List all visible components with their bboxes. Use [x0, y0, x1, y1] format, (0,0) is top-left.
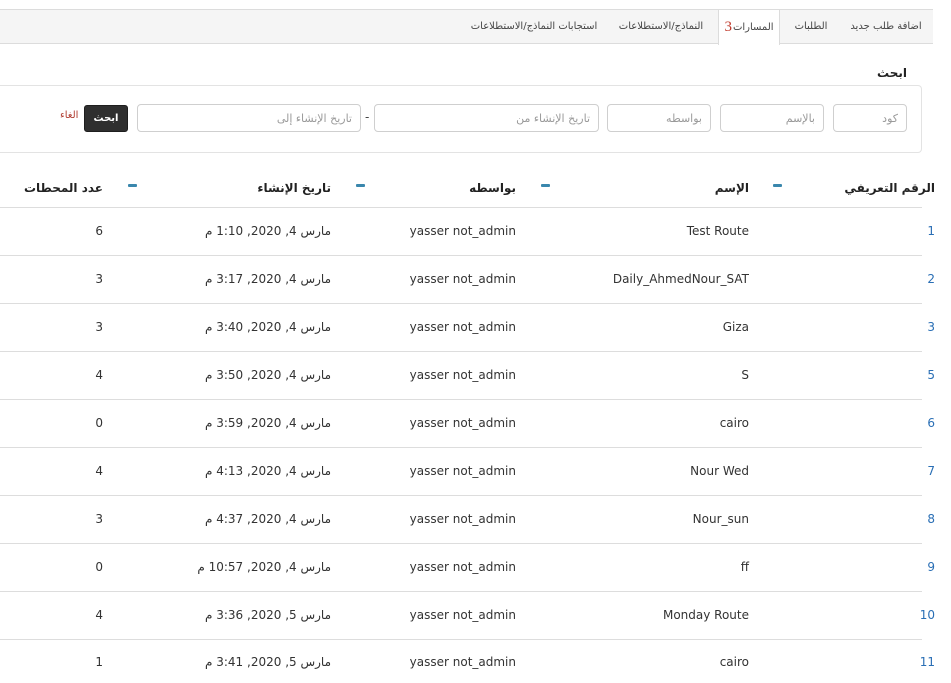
- tab-routes[interactable]: 3المسارات: [718, 9, 780, 45]
- row-stations-count: 3: [95, 320, 103, 334]
- row-name: cairo: [719, 416, 749, 430]
- row-stations-count: 4: [95, 368, 103, 382]
- row-stations-count: 3: [95, 272, 103, 286]
- tab-label: المسارات: [732, 22, 774, 33]
- row-created-date: مارس 5, 2020, 3:36 م: [204, 608, 331, 622]
- date-from-input[interactable]: [374, 104, 599, 132]
- row-created-by: yasser not_admin: [409, 464, 516, 478]
- row-created-by: yasser not_admin: [409, 416, 516, 430]
- column-header-created-date[interactable]: تاريخ الإنشاء: [257, 181, 331, 195]
- created-by-input[interactable]: [607, 104, 711, 132]
- header-divider: [0, 207, 922, 208]
- row-name: S: [741, 368, 749, 382]
- sort-icon[interactable]: [356, 184, 365, 187]
- tab-add-new-request[interactable]: اضافة طلب جديد: [846, 10, 926, 44]
- row-created-by: yasser not_admin: [409, 655, 516, 669]
- sort-icon[interactable]: [128, 184, 137, 187]
- tab-label: النماذج/الاستطلاعات: [618, 21, 704, 32]
- row-created-date: مارس 4, 2020, 4:37 م: [204, 512, 331, 526]
- row-created-by: yasser not_admin: [409, 368, 516, 382]
- row-created-by: yasser not_admin: [409, 272, 516, 286]
- row-name: ff: [740, 560, 749, 574]
- row-created-by: yasser not_admin: [409, 560, 516, 574]
- tab-badge: 3: [724, 19, 732, 35]
- row-stations-count: 0: [95, 416, 103, 430]
- row-id-link[interactable]: 5: [927, 368, 935, 382]
- row-created-date: مارس 4, 2020, 1:10 م: [204, 224, 331, 238]
- row-divider: [0, 399, 922, 400]
- row-name: Nour Wed: [690, 464, 749, 478]
- row-created-by: yasser not_admin: [409, 512, 516, 526]
- tab-label: استجابات النماذج/الاستطلاعات: [470, 21, 598, 32]
- row-id-link[interactable]: 10: [920, 608, 935, 622]
- row-id-link[interactable]: 8: [927, 512, 935, 526]
- search-button[interactable]: ابحث: [84, 105, 128, 132]
- row-divider: [0, 639, 922, 640]
- tab-label: الطلبات: [794, 21, 828, 32]
- row-name: cairo: [719, 655, 749, 669]
- row-name: Monday Route: [662, 608, 749, 622]
- tab-label: اضافة طلب جديد: [850, 21, 922, 32]
- row-id-link[interactable]: 3: [927, 320, 935, 334]
- row-stations-count: 6: [95, 224, 103, 238]
- row-created-date: مارس 5, 2020, 3:41 م: [204, 655, 331, 669]
- row-created-date: مارس 4, 2020, 3:17 م: [204, 272, 331, 286]
- row-created-date: مارس 4, 2020, 10:57 م: [197, 560, 331, 574]
- row-stations-count: 0: [95, 560, 103, 574]
- row-divider: [0, 255, 922, 256]
- date-to-input[interactable]: [137, 104, 361, 132]
- column-header-created-by[interactable]: بواسطه: [469, 181, 516, 195]
- column-header-stations-count[interactable]: عدد المحطات: [24, 181, 103, 195]
- row-stations-count: 4: [95, 608, 103, 622]
- row-id-link[interactable]: 2: [927, 272, 935, 286]
- row-created-date: مارس 4, 2020, 4:13 م: [204, 464, 331, 478]
- sort-icon[interactable]: [541, 184, 550, 187]
- cancel-link[interactable]: الغاء: [60, 110, 78, 121]
- row-stations-count: 3: [95, 512, 103, 526]
- row-created-by: yasser not_admin: [409, 608, 516, 622]
- row-divider: [0, 591, 922, 592]
- tab-forms-surveys[interactable]: النماذج/الاستطلاعات: [613, 10, 709, 44]
- row-divider: [0, 543, 922, 544]
- nav-tabs: اضافة طلب جديد الطلبات 3المسارات النماذج…: [0, 9, 933, 45]
- row-name: Nour_sun: [692, 512, 749, 526]
- row-id-link[interactable]: 7: [927, 464, 935, 478]
- row-created-by: yasser not_admin: [409, 320, 516, 334]
- row-divider: [0, 447, 922, 448]
- row-name: Giza: [722, 320, 749, 334]
- name-input[interactable]: [720, 104, 824, 132]
- row-id-link[interactable]: 6: [927, 416, 935, 430]
- column-header-name[interactable]: الإسم: [715, 181, 749, 195]
- row-stations-count: 4: [95, 464, 103, 478]
- row-divider: [0, 495, 922, 496]
- row-created-date: مارس 4, 2020, 3:50 م: [204, 368, 331, 382]
- row-created-date: مارس 4, 2020, 3:59 م: [204, 416, 331, 430]
- row-name: Test Route: [686, 224, 749, 238]
- tab-requests[interactable]: الطلبات: [787, 10, 835, 44]
- row-divider: [0, 303, 922, 304]
- column-header-id[interactable]: الرقم التعريفي: [844, 181, 935, 195]
- date-range-separator: -: [365, 110, 370, 124]
- sort-icon[interactable]: [773, 184, 782, 187]
- row-id-link[interactable]: 11: [920, 655, 935, 669]
- search-title: ابحث: [877, 66, 907, 80]
- code-input[interactable]: [833, 104, 907, 132]
- row-divider: [0, 351, 922, 352]
- row-stations-count: 1: [95, 655, 103, 669]
- row-name: Daily_AhmedNour_SAT: [612, 272, 749, 286]
- tab-form-responses[interactable]: استجابات النماذج/الاستطلاعات: [468, 10, 600, 44]
- row-id-link[interactable]: 1: [927, 224, 935, 238]
- row-created-by: yasser not_admin: [409, 224, 516, 238]
- row-created-date: مارس 4, 2020, 3:40 م: [204, 320, 331, 334]
- row-id-link[interactable]: 9: [927, 560, 935, 574]
